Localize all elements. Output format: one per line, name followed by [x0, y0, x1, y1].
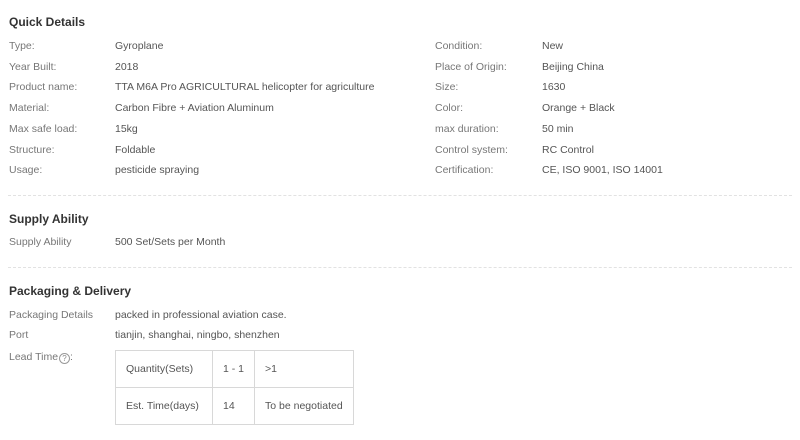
- supply-ability-title: Supply Ability: [9, 212, 89, 226]
- table-cell: Est. Time(days): [115, 387, 213, 425]
- detail-label: Size:: [435, 81, 459, 94]
- packaging-details-value: packed in professional aviation case.: [115, 309, 287, 321]
- detail-value: CE, ISO 9001, ISO 14001: [542, 164, 663, 177]
- supply-ability-row: Supply Ability 500 Set/Sets per Month: [9, 235, 409, 249]
- detail-label: Type:: [9, 40, 35, 52]
- lead-time-table: Quantity(Sets) 1 - 1 >1 Est. Time(days) …: [115, 350, 354, 425]
- detail-value: 2018: [115, 60, 139, 73]
- detail-row-right: Color: Orange + Black: [435, 101, 800, 115]
- packaging-details-label: Packaging Details: [9, 309, 94, 321]
- detail-row-left: Year Built: 2018: [9, 60, 379, 74]
- lead-time-row: Lead Time?:: [9, 350, 109, 364]
- detail-value: Foldable: [115, 143, 156, 156]
- section-divider: [8, 267, 792, 268]
- detail-row-left: Usage: pesticide spraying: [9, 163, 379, 177]
- detail-row-right: Control system: RC Control: [435, 143, 800, 157]
- supply-ability-value: 500 Set/Sets per Month: [115, 236, 226, 248]
- table-cell: 1 - 1: [211, 350, 256, 388]
- detail-value: Carbon Fibre + Aviation Aluminum: [115, 102, 274, 115]
- table-cell: To be negotiated: [254, 387, 354, 425]
- quick-details-title: Quick Details: [9, 15, 86, 29]
- port-row: Port tianjin, shanghai, ningbo, shenzhen: [9, 328, 509, 342]
- detail-row-right: Condition: New: [435, 39, 800, 53]
- detail-value: Gyroplane: [115, 40, 164, 52]
- detail-label: Material:: [9, 102, 50, 115]
- question-circle-icon[interactable]: ?: [59, 353, 71, 364]
- table-cell: Quantity(Sets): [115, 350, 213, 388]
- lead-time-label: Lead Time: [9, 351, 59, 363]
- port-label: Port: [9, 329, 29, 341]
- detail-label: Color:: [435, 102, 464, 115]
- detail-value: 15kg: [115, 122, 138, 135]
- lead-time-label-wrap: Lead Time?:: [9, 351, 73, 364]
- detail-value: TTA M6A Pro AGRICULTURAL helicopter for …: [115, 81, 375, 94]
- detail-row-left: Material: Carbon Fibre + Aviation Aluminu…: [9, 101, 379, 115]
- section-divider: [8, 195, 792, 196]
- table-row: Est. Time(days) 14 To be negotiated: [115, 387, 354, 425]
- detail-value: New: [542, 40, 564, 52]
- detail-row-right: Size: 1630: [435, 80, 800, 94]
- packaging-delivery-title: Packaging & Delivery: [9, 284, 132, 298]
- packaging-details-row: Packaging Details packed in professional…: [9, 308, 509, 322]
- detail-value: Beijing China: [542, 60, 604, 73]
- detail-row-left: Type: Gyroplane: [9, 39, 379, 53]
- detail-value: pesticide spraying: [115, 164, 200, 177]
- detail-value: RC Control: [542, 143, 594, 156]
- detail-label: Certification:: [435, 164, 494, 177]
- detail-row-left: Max safe load: 15kg: [9, 122, 379, 136]
- product-details-page: Quick Details Type: Gyroplane Year Built: 2…: [0, 0, 800, 440]
- table-row: Quantity(Sets) 1 - 1 >1: [115, 350, 354, 388]
- detail-label: Structure:: [9, 143, 55, 156]
- detail-row-right: Place of Origin: Beijing China: [435, 60, 800, 74]
- detail-label: Control system:: [435, 143, 508, 156]
- detail-row-right: Certification: CE, ISO 9001, ISO 14001: [435, 163, 800, 177]
- port-value: tianjin, shanghai, ningbo, shenzhen: [115, 329, 280, 341]
- detail-label: Year Built:: [9, 60, 57, 73]
- detail-row-left: Structure: Foldable: [9, 143, 379, 157]
- detail-label: Usage:: [9, 164, 43, 177]
- detail-value: 50 min: [542, 122, 574, 135]
- detail-row-right: max duration: 50 min: [435, 122, 800, 136]
- table-cell: 14: [211, 387, 256, 425]
- table-cell: >1: [254, 350, 354, 388]
- detail-label: Max safe load:: [9, 122, 78, 135]
- detail-row-left: Product name: TTA M6A Pro AGRICULTURAL he…: [9, 80, 379, 94]
- detail-label: Condition:: [435, 40, 483, 52]
- detail-label: Product name:: [9, 81, 78, 94]
- detail-label: Place of Origin:: [435, 60, 507, 73]
- detail-value: Orange + Black: [542, 102, 615, 115]
- detail-label: max duration:: [435, 122, 499, 135]
- supply-ability-label: Supply Ability: [9, 236, 72, 248]
- detail-value: 1630: [542, 81, 566, 94]
